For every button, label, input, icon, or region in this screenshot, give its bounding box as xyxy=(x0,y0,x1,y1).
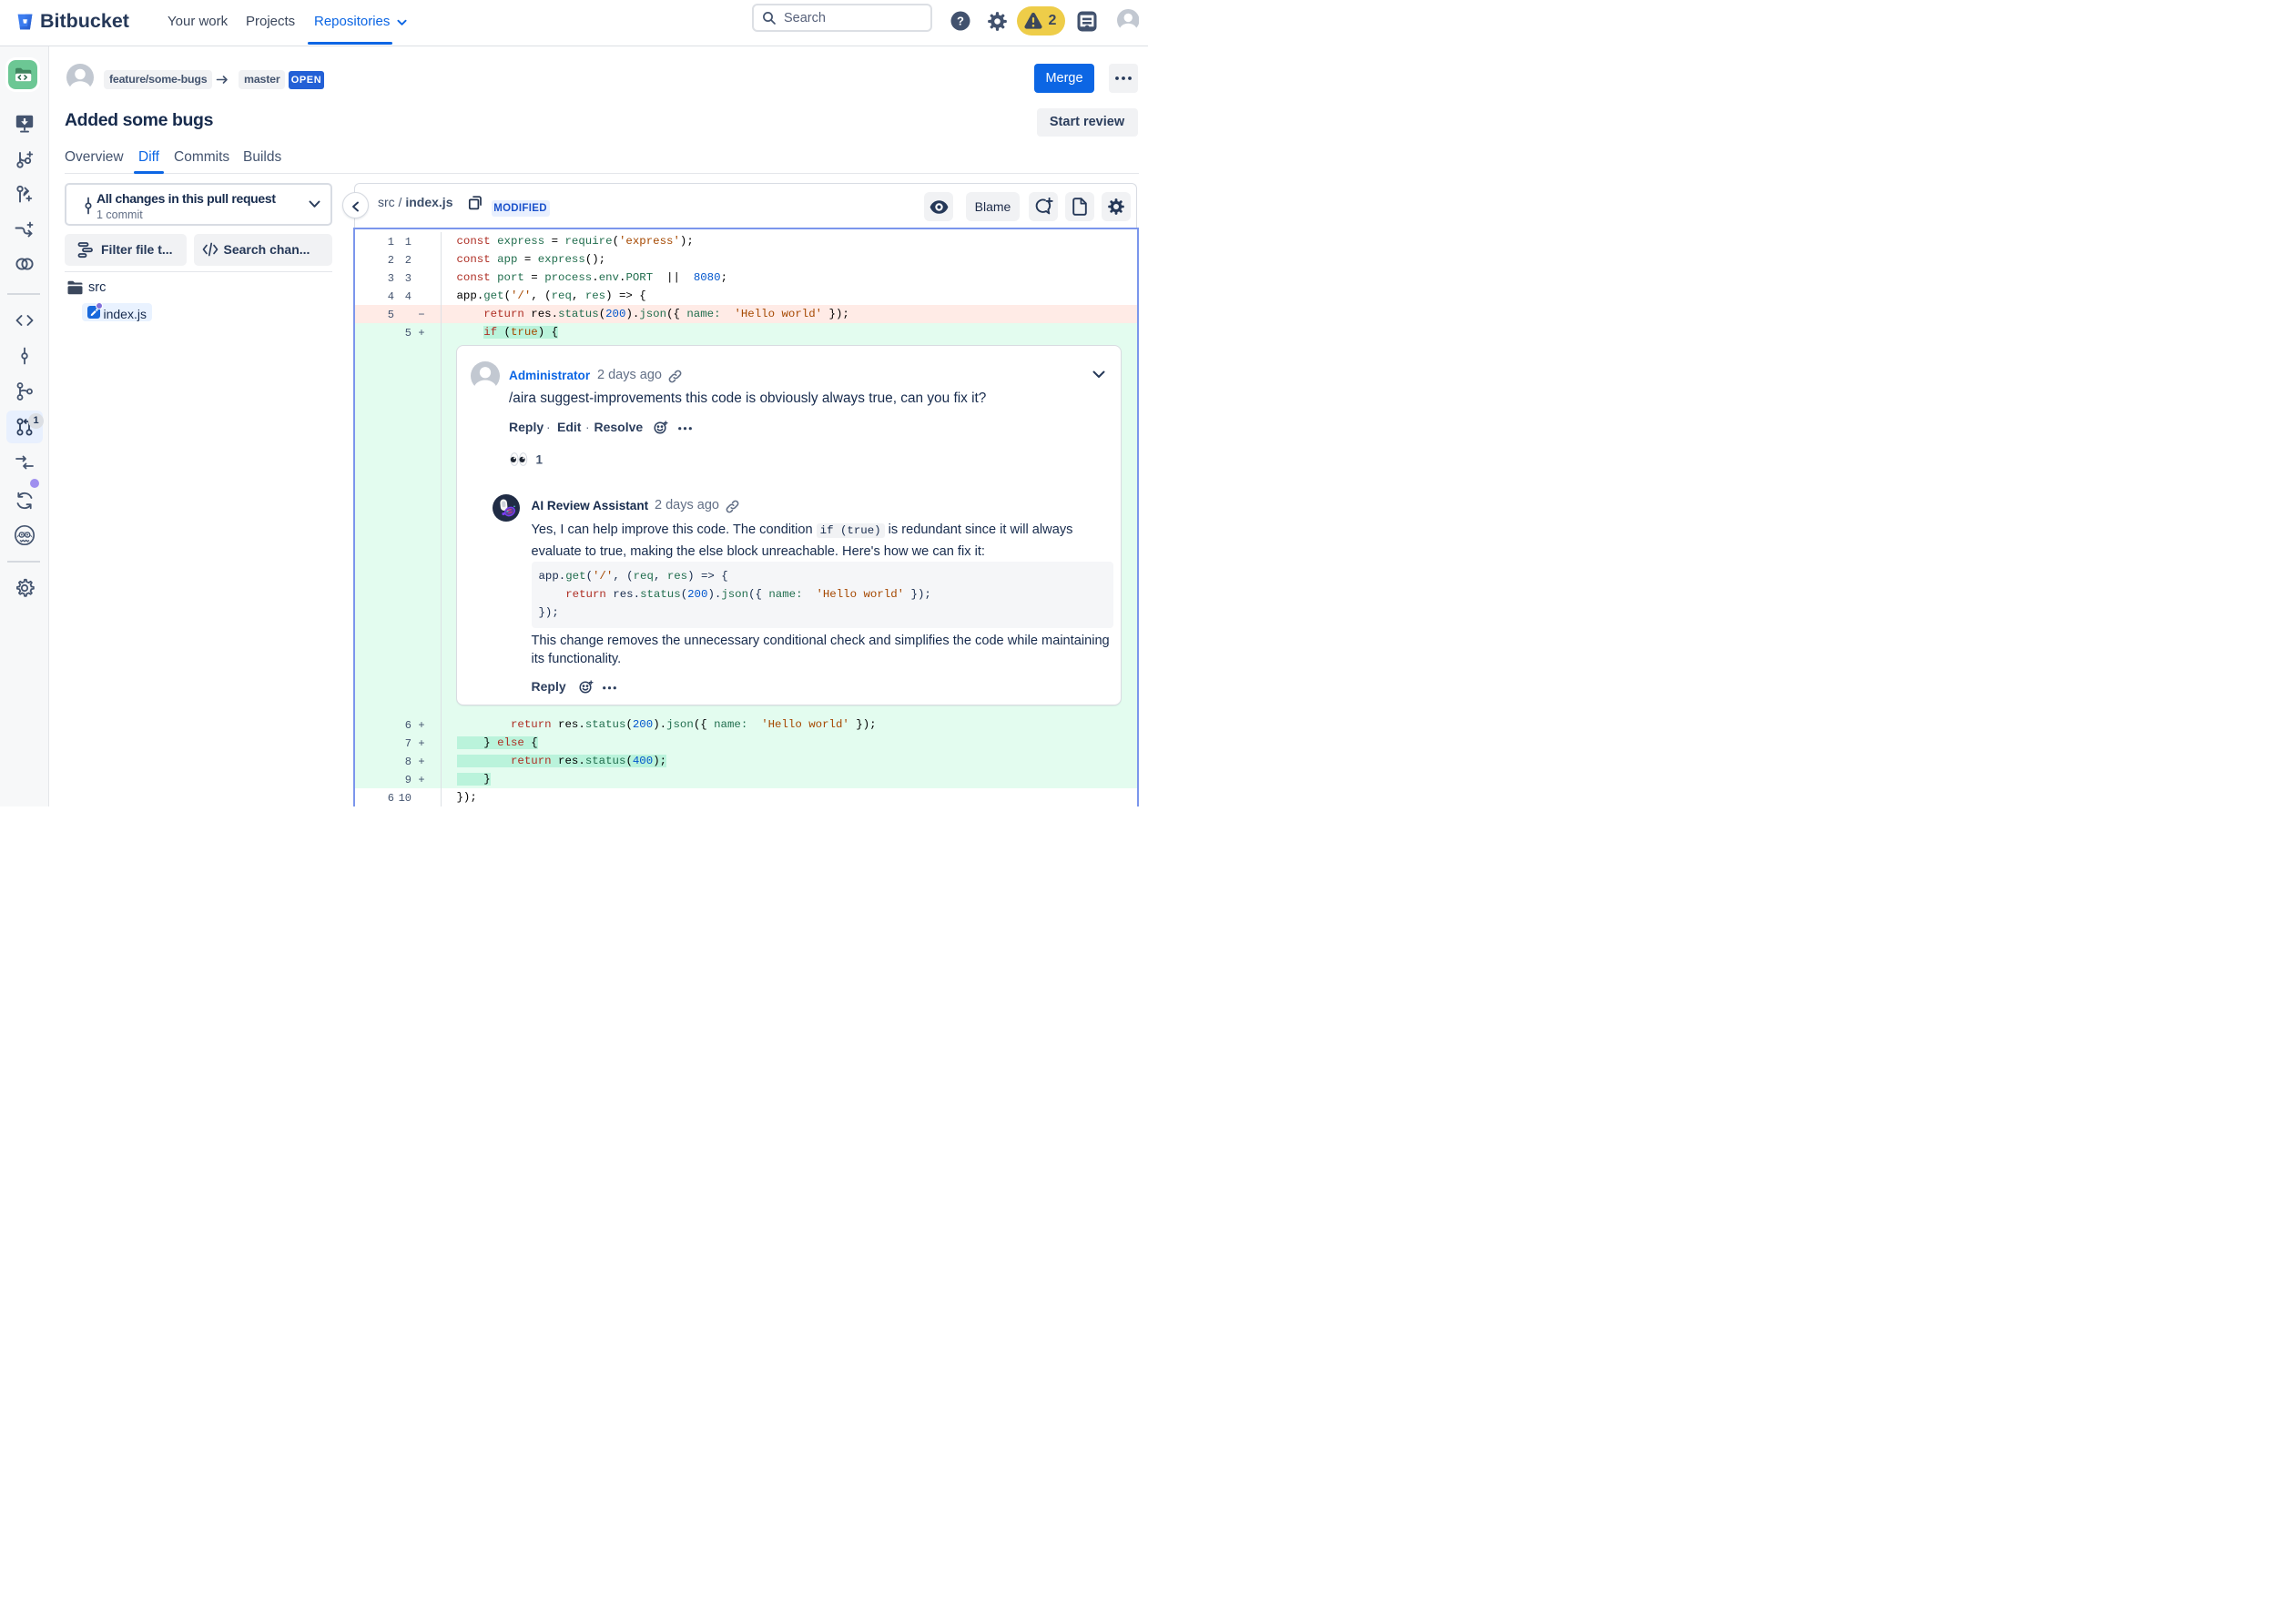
svg-text:?: ? xyxy=(957,15,964,28)
svg-text:1: 1 xyxy=(536,453,544,467)
